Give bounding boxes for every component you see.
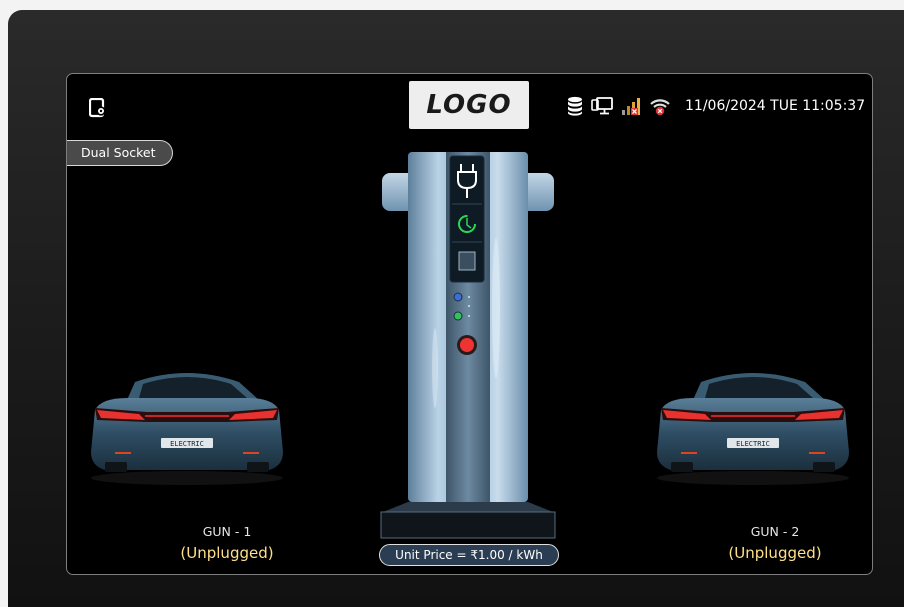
status-bar: 11/06/2024 TUE 11:05:37 xyxy=(567,94,865,118)
charging-station xyxy=(378,148,558,540)
device-settings-icon[interactable] xyxy=(88,97,107,118)
datetime-display: 11/06/2024 TUE 11:05:37 xyxy=(685,98,866,114)
gun-1-status[interactable]: (Unplugged) xyxy=(127,544,327,562)
brand-logo: LOGO xyxy=(409,81,529,129)
gun-2-status[interactable]: (Unplugged) xyxy=(675,544,872,562)
license-plate-text: ELECTRIC xyxy=(736,440,770,448)
database-icon xyxy=(567,96,583,116)
gun-2-label: GUN - 2 xyxy=(750,524,800,539)
car-gun-2: ELECTRIC xyxy=(653,362,853,487)
dual-socket-tab[interactable]: Dual Socket xyxy=(67,140,173,166)
license-plate-text: ELECTRIC xyxy=(170,440,204,448)
signal-bars-icon xyxy=(621,96,641,116)
wifi-error-icon xyxy=(649,96,671,116)
charger-screen: Dual Socket LOGO 11/06/2024 TUE 11:05:37… xyxy=(66,73,873,575)
gun-1-label: GUN - 1 xyxy=(202,524,252,539)
network-monitor-icon xyxy=(591,96,613,116)
device-bezel: Dual Socket LOGO 11/06/2024 TUE 11:05:37… xyxy=(8,10,904,607)
car-gun-1: ELECTRIC xyxy=(87,362,287,487)
unit-price-badge: Unit Price = ₹1.00 / kWh xyxy=(379,544,559,566)
